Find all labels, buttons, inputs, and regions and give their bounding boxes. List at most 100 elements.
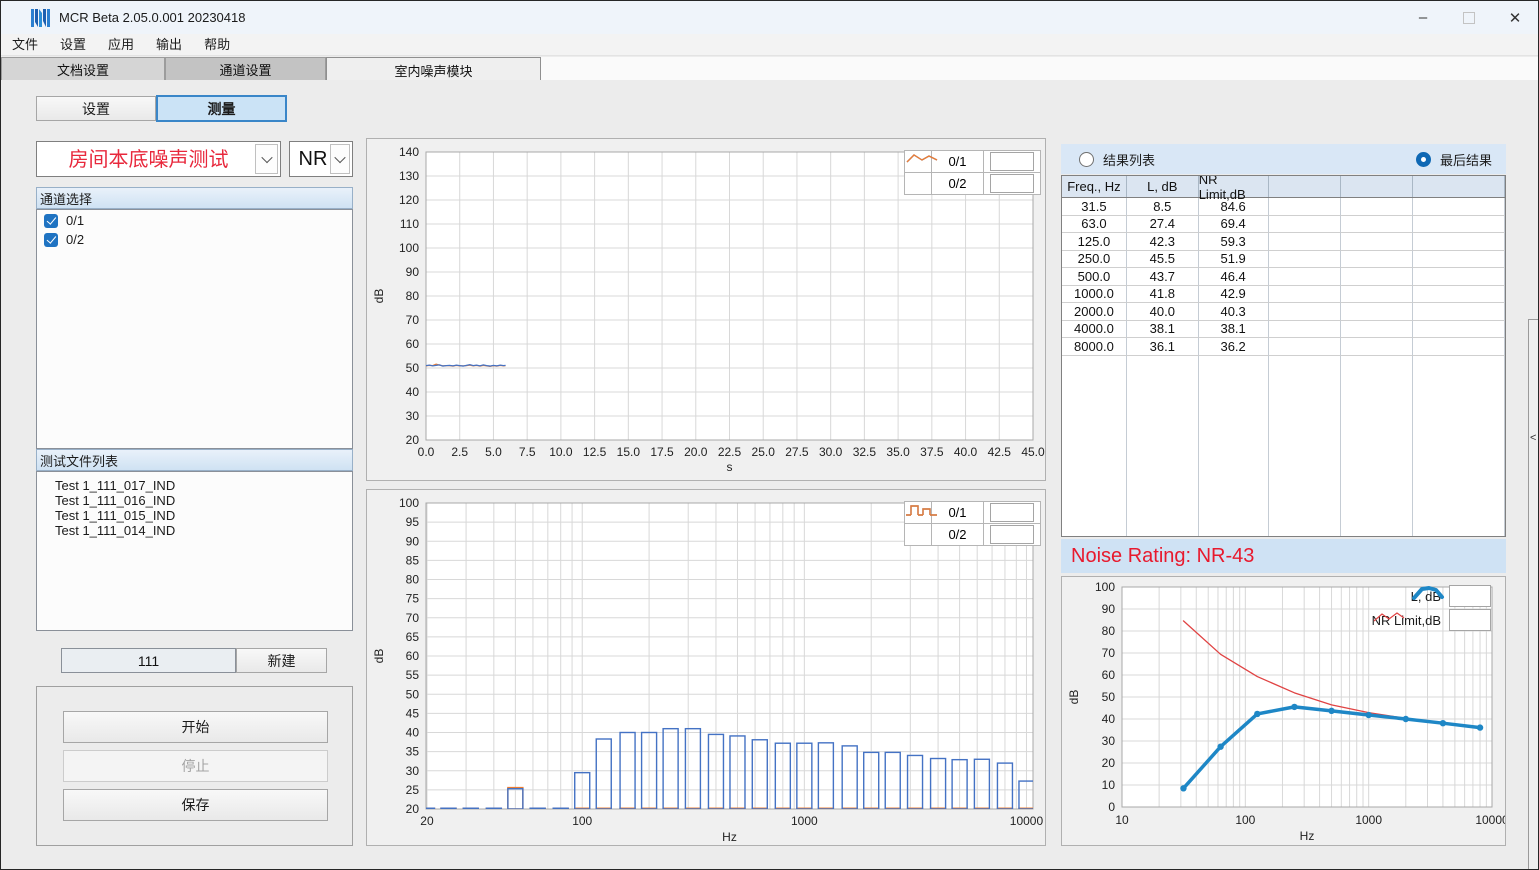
table-header-cell xyxy=(1269,176,1342,197)
collapse-panel-handle[interactable]: < xyxy=(1528,319,1539,870)
table-row[interactable]: 500.043.746.4 xyxy=(1062,268,1505,286)
table-cell xyxy=(1199,531,1269,538)
legend-row-L, dB[interactable]: L, dB xyxy=(1411,585,1491,607)
svg-text:20: 20 xyxy=(1102,756,1116,770)
table-header-cell: Freq., Hz xyxy=(1062,176,1127,197)
tab-measure[interactable]: 测量 xyxy=(156,95,287,122)
table-cell xyxy=(1413,216,1505,234)
table-cell xyxy=(1341,338,1413,356)
table-row[interactable]: 4000.038.138.1 xyxy=(1062,321,1505,339)
legend-row-0/2[interactable]: 0/2 xyxy=(905,172,1040,194)
new-button[interactable]: 新建 xyxy=(236,648,327,673)
channel-label: 0/1 xyxy=(66,213,84,228)
svg-text:100: 100 xyxy=(399,241,419,255)
table-cell: 41.8 xyxy=(1127,286,1199,304)
svg-text:90: 90 xyxy=(406,534,420,548)
client-area: 设置 测量 房间本底噪声测试 NR 通道选择 0/10/2 测试文件列表 Tes… xyxy=(1,80,1539,870)
test-name-input[interactable] xyxy=(61,648,236,673)
table-cell xyxy=(1127,443,1199,461)
stop-button[interactable]: 停止 xyxy=(63,750,328,782)
result-list-radio[interactable] xyxy=(1079,152,1094,167)
checkbox-checked-icon[interactable] xyxy=(44,233,58,247)
svg-text:17.5: 17.5 xyxy=(650,445,674,459)
svg-text:140: 140 xyxy=(399,145,419,159)
main-tab-0[interactable]: 文档设置 xyxy=(1,57,165,81)
table-row[interactable]: 8000.036.136.2 xyxy=(1062,338,1505,356)
test-type-value: 房间本底噪声测试 xyxy=(37,142,280,176)
table-row[interactable]: 63.027.469.4 xyxy=(1062,216,1505,234)
time-history-chart: 0.02.55.07.510.012.515.017.520.022.525.0… xyxy=(366,138,1046,481)
main-tab-1[interactable]: 通道设置 xyxy=(165,57,326,81)
test-file-item[interactable]: Test 1_111_016_IND xyxy=(37,493,352,508)
test-file-item[interactable]: Test 1_111_015_IND xyxy=(37,508,352,523)
table-cell xyxy=(1341,513,1413,531)
svg-text:s: s xyxy=(727,460,733,474)
table-empty-row xyxy=(1062,391,1505,409)
menu-item-4[interactable]: 帮助 xyxy=(193,34,241,56)
menu-item-2[interactable]: 应用 xyxy=(97,34,145,56)
rating-type-combobox[interactable]: NR xyxy=(289,141,353,177)
table-cell xyxy=(1127,373,1199,391)
table-cell xyxy=(1413,478,1505,496)
tab-settings[interactable]: 设置 xyxy=(36,96,156,121)
checkbox-checked-icon[interactable] xyxy=(44,214,58,228)
svg-text:20: 20 xyxy=(406,802,420,816)
svg-text:100: 100 xyxy=(1095,580,1115,594)
table-cell xyxy=(1269,391,1342,409)
table-cell xyxy=(1341,303,1413,321)
table-row[interactable]: 2000.040.040.3 xyxy=(1062,303,1505,321)
maximize-button[interactable] xyxy=(1446,1,1492,34)
table-cell: 27.4 xyxy=(1127,216,1199,234)
svg-text:7.5: 7.5 xyxy=(519,445,536,459)
table-cell xyxy=(1269,198,1342,216)
table-row[interactable]: 250.045.551.9 xyxy=(1062,251,1505,269)
test-type-combobox[interactable]: 房间本底噪声测试 xyxy=(36,141,281,177)
svg-text:30: 30 xyxy=(406,764,420,778)
channel-item-0/1[interactable]: 0/1 xyxy=(37,210,352,229)
bar-series-icon xyxy=(990,525,1034,544)
chevron-down-icon[interactable] xyxy=(330,144,350,174)
test-file-item[interactable]: Test 1_111_014_IND xyxy=(37,523,352,538)
table-cell xyxy=(1199,408,1269,426)
table-cell xyxy=(1269,496,1342,514)
table-empty-row xyxy=(1062,496,1505,514)
window-title: MCR Beta 2.05.0.001 20230418 xyxy=(59,10,245,25)
main-tab-2[interactable]: 室内噪声模块 xyxy=(326,57,541,82)
last-result-radio[interactable] xyxy=(1416,152,1431,167)
chevron-down-icon[interactable] xyxy=(255,144,278,174)
legend-row-NR Limit,dB[interactable]: NR Limit,dB xyxy=(1372,609,1491,631)
table-row[interactable]: 125.042.359.3 xyxy=(1062,233,1505,251)
table-cell xyxy=(1413,303,1505,321)
nr-result-chart: 010203040506070809010010100100010000dBHz… xyxy=(1061,576,1506,846)
table-row[interactable]: 31.58.584.6 xyxy=(1062,198,1505,216)
table-cell xyxy=(1062,461,1127,479)
table-row[interactable]: 1000.041.842.9 xyxy=(1062,286,1505,304)
table-cell xyxy=(1269,251,1342,269)
channel-item-0/2[interactable]: 0/2 xyxy=(37,229,352,248)
svg-text:22.5: 22.5 xyxy=(718,445,742,459)
table-cell xyxy=(1199,496,1269,514)
table-cell xyxy=(1199,356,1269,374)
table-cell xyxy=(1413,531,1505,538)
close-button[interactable]: ✕ xyxy=(1492,1,1538,34)
svg-text:27.5: 27.5 xyxy=(785,445,809,459)
svg-text:Hz: Hz xyxy=(1300,829,1315,843)
table-cell xyxy=(1341,321,1413,339)
test-file-item[interactable]: Test 1_111_017_IND xyxy=(37,478,352,493)
table-cell: 31.5 xyxy=(1062,198,1127,216)
menu-item-3[interactable]: 输出 xyxy=(145,34,193,56)
minimize-button[interactable]: – xyxy=(1400,1,1446,34)
table-cell xyxy=(1062,513,1127,531)
save-button[interactable]: 保存 xyxy=(63,789,328,821)
legend-row-0/2[interactable]: 0/2 xyxy=(905,523,1040,545)
svg-text:60: 60 xyxy=(1102,668,1116,682)
result-mode-bar: 结果列表 最后结果 xyxy=(1061,144,1506,174)
table-cell xyxy=(1062,373,1127,391)
menu-item-0[interactable]: 文件 xyxy=(1,34,49,56)
start-button[interactable]: 开始 xyxy=(63,711,328,743)
menu-item-1[interactable]: 设置 xyxy=(49,34,97,56)
svg-text:12.5: 12.5 xyxy=(583,445,607,459)
table-cell xyxy=(1127,531,1199,538)
svg-text:40: 40 xyxy=(406,385,420,399)
svg-text:70: 70 xyxy=(406,313,420,327)
